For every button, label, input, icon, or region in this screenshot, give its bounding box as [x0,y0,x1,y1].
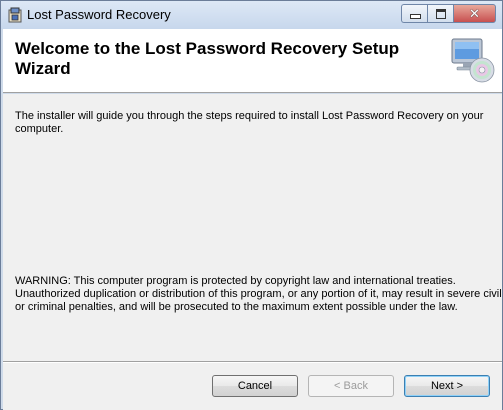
minimize-button[interactable] [401,4,427,23]
warning-line: or criminal penalties, and will be prose… [15,301,458,313]
copyright-warning: WARNING: This computer program is protec… [15,275,502,314]
cancel-button[interactable]: Cancel [212,375,298,397]
maximize-button[interactable] [427,4,453,23]
minimize-icon [410,14,421,19]
title-bar[interactable]: Lost Password Recovery ✕ [1,1,502,29]
warning-line: Unauthorized duplication or distribution… [15,288,502,300]
wizard-footer: Cancel < Back Next > [3,361,502,410]
maximize-icon [436,9,446,19]
page-title: Welcome to the Lost Password Recovery Se… [15,39,400,78]
close-icon: ✕ [469,6,480,21]
intro-text: The installer will guide you through the… [15,110,484,135]
close-button[interactable]: ✕ [453,4,496,23]
warning-line: WARNING: This computer program is protec… [15,275,456,287]
setup-wizard-window: Lost Password Recovery ✕ Welcome to the … [0,0,503,410]
window-title: Lost Password Recovery [27,7,171,22]
computer-cd-icon [451,38,495,83]
wizard-body: The installer will guide you through the… [3,94,502,361]
back-button[interactable]: < Back [308,375,394,397]
caption-buttons: ✕ [401,4,496,23]
wizard-header: Welcome to the Lost Password Recovery Se… [3,29,502,93]
footer-divider [3,362,502,363]
installer-icon [8,7,22,23]
next-button[interactable]: Next > [404,375,490,397]
